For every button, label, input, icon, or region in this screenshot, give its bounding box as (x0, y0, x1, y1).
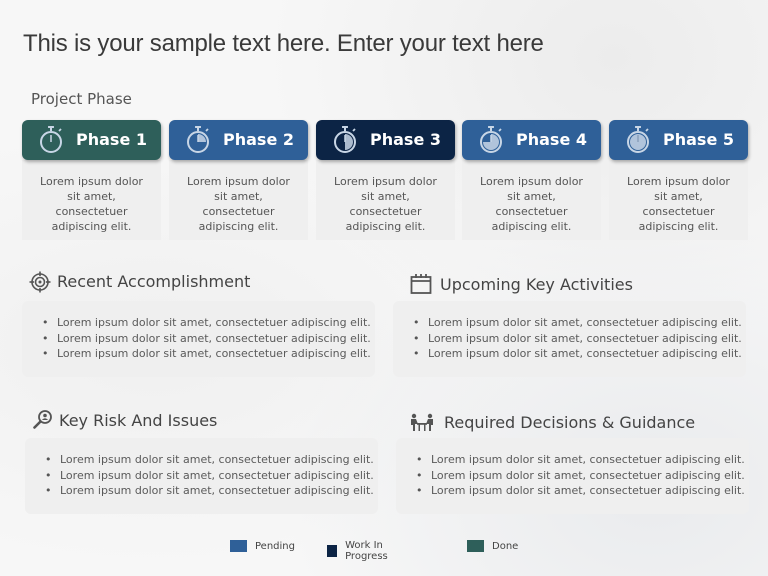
stopwatch-empty-icon (40, 126, 62, 153)
list-item: Lorem ipsum dolor sit amet, consectetuer… (42, 346, 375, 362)
phase-header[interactable]: Phase 5 (609, 120, 748, 160)
legend-label: Pending (255, 540, 295, 552)
target-icon (29, 271, 51, 293)
phase-description: Lorem ipsum dolor sit amet, consectetuer… (462, 160, 601, 240)
recent-accomplishment-box: Lorem ipsum dolor sit amet, consectetuer… (22, 301, 375, 377)
phase-card-2: Phase 2 Lorem ipsum dolor sit amet, cons… (169, 120, 308, 240)
list-item: Lorem ipsum dolor sit amet, consectetuer… (45, 452, 378, 468)
phase-title: Phase 4 (516, 130, 587, 149)
list-item: Lorem ipsum dolor sit amet, consectetuer… (413, 346, 746, 362)
recent-accomplishment-title: Recent Accomplishment (57, 272, 251, 291)
stopwatch-full-icon (627, 126, 649, 153)
list-item: Lorem ipsum dolor sit amet, consectetuer… (45, 468, 378, 484)
required-decisions-box: Lorem ipsum dolor sit amet, consectetuer… (396, 438, 749, 514)
upcoming-key-activities-box: Lorem ipsum dolor sit amet, consectetuer… (393, 301, 746, 377)
list-item: Lorem ipsum dolor sit amet, consectetuer… (42, 315, 375, 331)
phase-header[interactable]: Phase 1 (22, 120, 161, 160)
legend-item-pending: Pending (230, 540, 295, 552)
legend-label: Done (492, 540, 519, 552)
legend-item-work-in-progress: Work In Progress (327, 540, 395, 562)
stopwatch-quarter-icon (187, 126, 209, 153)
project-phase-label: Project Phase (31, 90, 132, 108)
search-person-icon (33, 410, 52, 429)
legend-label: Work In Progress (345, 540, 388, 562)
list-item: Lorem ipsum dolor sit amet, consectetuer… (42, 331, 375, 347)
required-decisions-title: Required Decisions & Guidance (444, 413, 696, 432)
bullet-list: Lorem ipsum dolor sit amet, consectetuer… (45, 452, 378, 499)
phase-card-1: Phase 1 Lorem ipsum dolor sit amet, cons… (22, 120, 161, 240)
key-risk-box: Lorem ipsum dolor sit amet, consectetuer… (25, 438, 378, 514)
phase-description: Lorem ipsum dolor sit amet, consectetuer… (609, 160, 748, 240)
bullet-list: Lorem ipsum dolor sit amet, consectetuer… (413, 315, 746, 362)
phase-card-5: Phase 5 Lorem ipsum dolor sit amet, cons… (609, 120, 748, 240)
phase-row: Phase 1 Lorem ipsum dolor sit amet, cons… (22, 120, 748, 240)
list-item: Lorem ipsum dolor sit amet, consectetuer… (413, 331, 746, 347)
phase-description: Lorem ipsum dolor sit amet, consectetuer… (316, 160, 455, 240)
phase-card-3: Phase 3 Lorem ipsum dolor sit amet, cons… (316, 120, 455, 240)
meeting-icon (411, 413, 433, 431)
phase-title: Phase 5 (663, 130, 734, 149)
list-item: Lorem ipsum dolor sit amet, consectetuer… (45, 483, 378, 499)
list-item: Lorem ipsum dolor sit amet, consectetuer… (416, 468, 749, 484)
bullet-list: Lorem ipsum dolor sit amet, consectetuer… (42, 315, 375, 362)
legend-item-done: Done (467, 540, 518, 552)
phase-title: Phase 1 (76, 130, 147, 149)
phase-description: Lorem ipsum dolor sit amet, consectetuer… (22, 160, 161, 240)
phase-card-4: Phase 4 Lorem ipsum dolor sit amet, cons… (462, 120, 601, 240)
upcoming-key-activities-title: Upcoming Key Activities (440, 275, 633, 294)
stopwatch-half-icon (334, 126, 356, 153)
phase-header[interactable]: Phase 4 (462, 120, 601, 160)
calendar-icon (410, 274, 432, 294)
phase-title: Phase 2 (223, 130, 294, 149)
phase-description: Lorem ipsum dolor sit amet, consectetuer… (169, 160, 308, 240)
list-item: Lorem ipsum dolor sit amet, consectetuer… (416, 452, 749, 468)
page-title: This is your sample text here. Enter you… (23, 30, 544, 57)
phase-header[interactable]: Phase 3 (316, 120, 455, 160)
legend-swatch (230, 540, 247, 552)
legend-swatch (467, 540, 484, 552)
list-item: Lorem ipsum dolor sit amet, consectetuer… (413, 315, 746, 331)
legend-swatch (327, 545, 338, 557)
stopwatch-three-quarter-icon (480, 126, 502, 153)
phase-title: Phase 3 (370, 130, 441, 149)
bullet-list: Lorem ipsum dolor sit amet, consectetuer… (416, 452, 749, 499)
phase-header[interactable]: Phase 2 (169, 120, 308, 160)
key-risk-title: Key Risk And Issues (59, 411, 218, 430)
list-item: Lorem ipsum dolor sit amet, consectetuer… (416, 483, 749, 499)
